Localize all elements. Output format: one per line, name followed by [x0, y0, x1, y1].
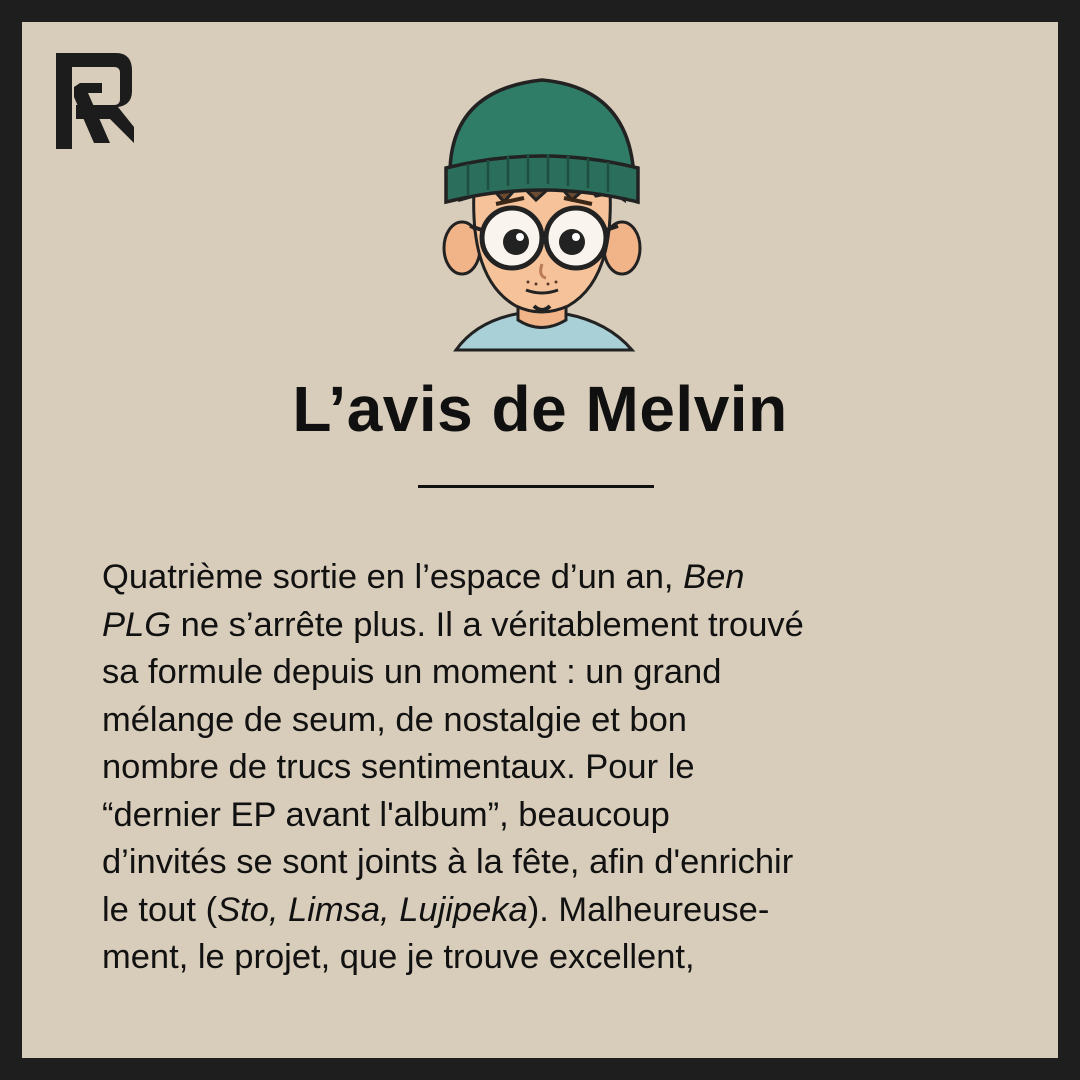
text-span: Quatrième sortie en l’espace d’un an,	[102, 558, 684, 596]
text-line: nombre de trucs sentimentaux. Pour le	[102, 748, 695, 786]
text-line: ment, le projet, que je trouve excellent…	[102, 938, 695, 976]
text-line: mélange de seum, de nostalgie et bon	[102, 700, 687, 739]
text-line: “dernier EP avant l'album”, beaucoup	[102, 795, 670, 834]
artist-name: PLG	[102, 605, 172, 644]
text-line: d’invités se sont joints à la fête, afin…	[102, 843, 794, 881]
text-span: ne s’arrête plus. Il a véritablement tro…	[171, 605, 804, 644]
text-line: sa formule depuis un moment : un grand	[102, 653, 722, 691]
featured-artists: Sto, Limsa, Lujipeka	[217, 890, 528, 929]
text-line: Quatrième sortie en l’espace d’un an, Be…	[102, 554, 982, 602]
text-line: PLG ne s’arrête plus. Il a véritablement…	[102, 602, 982, 650]
review-paragraph: Quatrième sortie en l’espace d’un an, Be…	[102, 554, 982, 982]
r-logo-icon	[56, 53, 134, 149]
text-line: le tout (Sto, Limsa, Lujipeka). Malheure…	[102, 887, 982, 935]
title-divider	[418, 485, 654, 488]
avatar-illustration	[442, 78, 642, 352]
text-span: ). Malheureuse-	[527, 890, 770, 929]
review-card: L’avis de Melvin Quatrième sortie en l’e…	[22, 22, 1058, 1058]
text-span: le tout (	[102, 890, 218, 929]
page-title: L’avis de Melvin	[292, 373, 788, 445]
artist-name: Ben	[683, 558, 745, 596]
